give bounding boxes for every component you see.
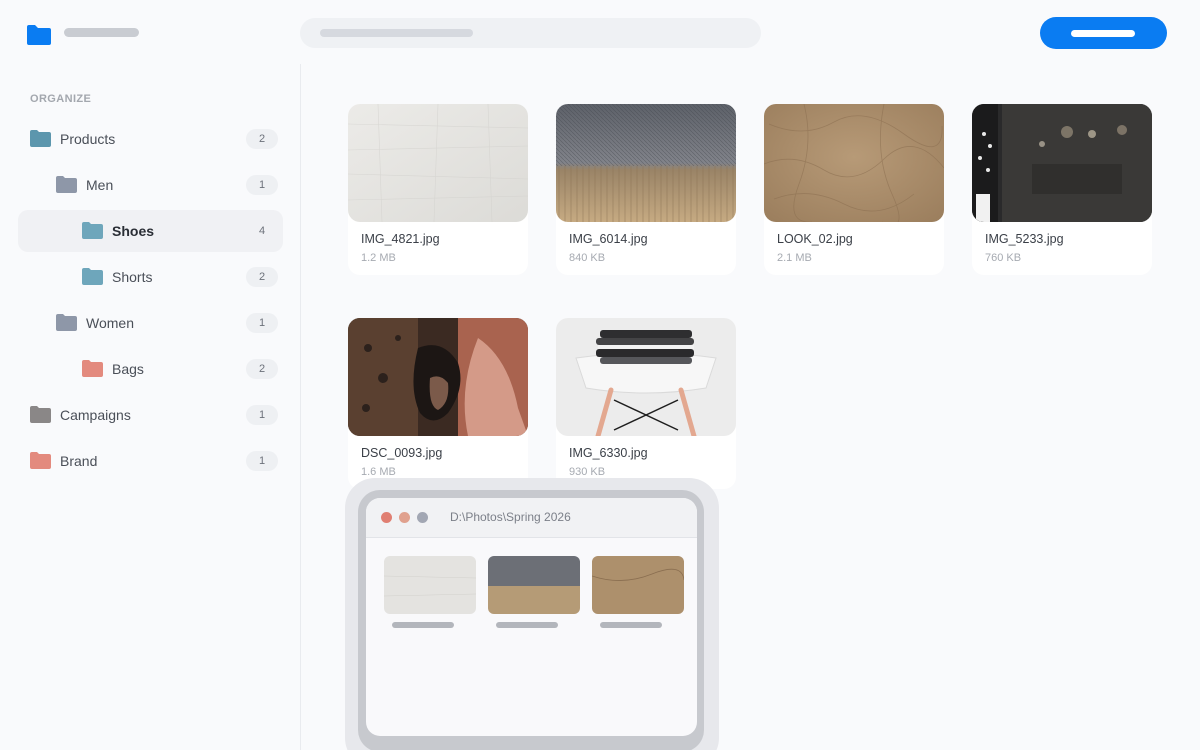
image-thumbnail: [972, 104, 1152, 222]
button-label-placeholder: [1071, 30, 1135, 37]
folder-icon: [56, 314, 77, 331]
folder-icon: [82, 222, 103, 239]
file-name: LOOK_02.jpg: [777, 232, 853, 246]
maximize-dot[interactable]: [417, 512, 428, 523]
file-size: 840 KB: [569, 252, 606, 264]
file-card[interactable]: IMG_4821.jpg 1.2 MB: [348, 104, 528, 275]
file-card[interactable]: IMG_5233.jpg 760 KB: [972, 104, 1152, 275]
file-size: 760 KB: [985, 252, 1022, 264]
window-titlebar[interactable]: D:\Photos\Spring 2026: [366, 498, 697, 538]
sidebar: ORGANIZE Products 2 Men 1 Shoes 4 Shorts…: [0, 64, 301, 750]
folder-icon: [27, 25, 51, 45]
file-name-placeholder: [496, 622, 558, 628]
app-title-placeholder: [64, 28, 139, 37]
image-thumbnail: [764, 104, 944, 222]
file-size: 930 KB: [569, 466, 606, 478]
file-size: 1.2 MB: [361, 252, 396, 264]
sidebar-item-label: Shorts: [112, 269, 153, 285]
sidebar-item-shoes[interactable]: Shoes 4: [18, 210, 283, 252]
folder-icon: [30, 452, 51, 469]
sidebar-item-shorts[interactable]: Shorts 2: [18, 256, 283, 298]
count-badge: 2: [246, 129, 278, 149]
sidebar-item-women[interactable]: Women 1: [18, 302, 283, 344]
folder-icon: [82, 268, 103, 285]
sidebar-item-label: Men: [86, 177, 114, 193]
close-dot[interactable]: [381, 512, 392, 523]
folder-icon: [30, 130, 51, 147]
folder-icon: [56, 176, 77, 193]
sidebar-item-label: Shoes: [112, 223, 155, 239]
sidebar-item-brand[interactable]: Brand 1: [18, 440, 283, 482]
image-thumbnail: [556, 318, 736, 436]
count-badge: 2: [246, 359, 278, 379]
file-name: IMG_6014.jpg: [569, 232, 648, 246]
search-input[interactable]: [300, 18, 761, 48]
file-name: IMG_4821.jpg: [361, 232, 440, 246]
section-title: ORGANIZE: [30, 93, 92, 105]
file-name: IMG_6330.jpg: [569, 446, 648, 460]
file-name-placeholder: [600, 622, 662, 628]
count-badge: 1: [246, 451, 278, 471]
sidebar-item-bags[interactable]: Bags 2: [18, 348, 283, 390]
folder-path: D:\Photos\Spring 2026: [450, 510, 571, 524]
file-name: DSC_0093.jpg: [361, 446, 443, 460]
sidebar-item-label: Brand: [60, 453, 98, 469]
folder-icon: [82, 360, 103, 377]
count-badge: 4: [258, 225, 266, 237]
file-card[interactable]: IMG_6014.jpg 840 KB: [556, 104, 736, 275]
sidebar-item-label: Campaigns: [60, 407, 131, 423]
count-badge: 1: [246, 405, 278, 425]
sidebar-item-label: Women: [86, 315, 134, 331]
sidebar-item-label: Bags: [112, 361, 144, 377]
file-name-placeholder: [392, 622, 454, 628]
folder-icon: [30, 406, 51, 423]
count-badge: 1: [246, 175, 278, 195]
file-card[interactable]: DSC_0093.jpg 1.6 MB: [348, 318, 528, 489]
primary-action-button[interactable]: [1040, 17, 1167, 49]
file-size: 2.1 MB: [777, 252, 812, 264]
image-thumbnail: [348, 104, 528, 222]
count-badge: 1: [246, 313, 278, 333]
top-bar: [0, 0, 1200, 64]
file-card[interactable]: IMG_6330.jpg 930 KB: [556, 318, 736, 489]
sidebar-item-products[interactable]: Products 2: [18, 118, 283, 160]
search-placeholder-line: [320, 29, 473, 37]
file-size: 1.6 MB: [361, 466, 396, 478]
file-name: IMG_5233.jpg: [985, 232, 1064, 246]
image-thumbnail: [348, 318, 528, 436]
image-thumbnail: [556, 104, 736, 222]
sidebar-item-label: Products: [60, 131, 116, 147]
image-thumbnail: [592, 556, 684, 614]
sidebar-item-campaigns[interactable]: Campaigns 1: [18, 394, 283, 436]
minimize-dot[interactable]: [399, 512, 410, 523]
sidebar-item-men[interactable]: Men 1: [18, 164, 283, 206]
count-badge: 2: [246, 267, 278, 287]
drag-preview-window[interactable]: D:\Photos\Spring 2026: [366, 498, 697, 736]
image-thumbnail: [488, 556, 580, 614]
image-thumbnail: [384, 556, 476, 614]
file-card[interactable]: LOOK_02.jpg 2.1 MB: [764, 104, 944, 275]
